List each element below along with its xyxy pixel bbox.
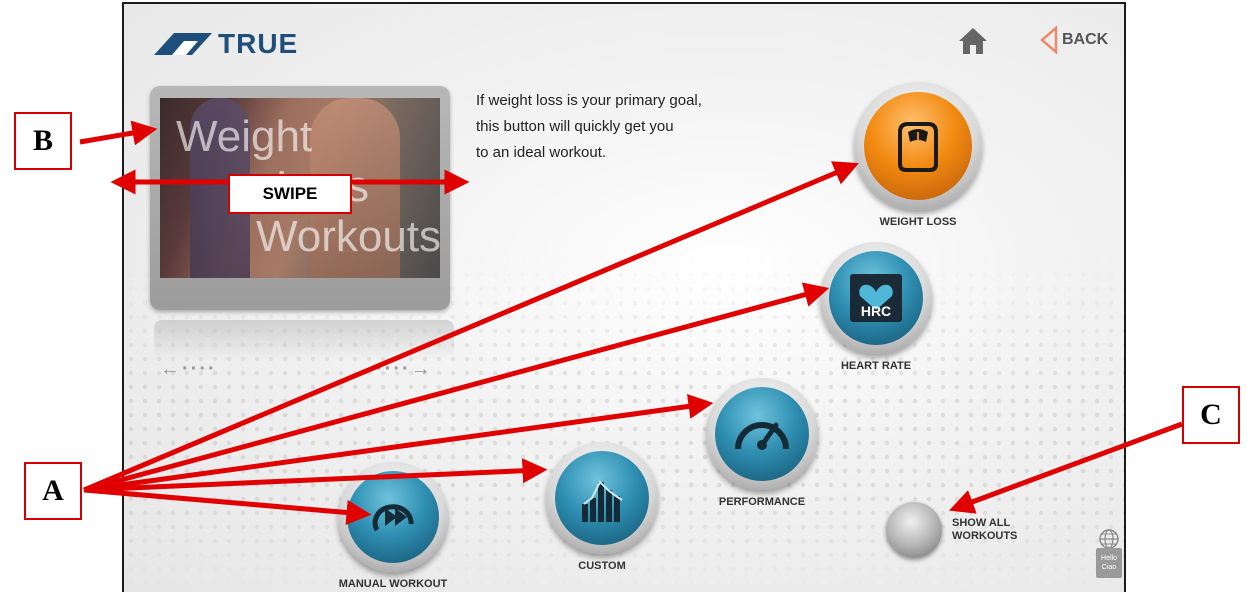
show-all-button[interactable]: [886, 502, 942, 558]
callout-a: A: [24, 462, 82, 520]
custom-label: CUSTOM: [578, 560, 626, 572]
performance-core: [715, 387, 809, 481]
callout-swipe: SWIPE: [228, 174, 352, 214]
manual-workout-button[interactable]: MANUAL WORKOUT: [338, 462, 448, 590]
brand-logo: TRUE: [154, 28, 298, 60]
weight-loss-label: WEIGHT LOSS: [879, 216, 957, 228]
hrc-badge-text: HRC: [861, 303, 891, 319]
treadmill-screen: TRUE BACK Weight Loss Workouts ←····: [122, 2, 1126, 592]
description-line-1: If weight loss is your primary goal,: [476, 92, 702, 109]
heart-rate-label: HEART RATE: [840, 360, 912, 372]
video-title-line-1: Weight: [176, 112, 313, 161]
custom-button[interactable]: CUSTOM: [546, 442, 658, 572]
performance-button[interactable]: PERFORMANCE: [706, 378, 818, 508]
swipe-left-hint[interactable]: ←····: [160, 358, 217, 381]
weight-loss-core: [864, 92, 972, 200]
heart-rate-icon: HRC: [850, 274, 902, 322]
speedometer-icon: [735, 422, 789, 450]
back-label: BACK: [1062, 31, 1109, 48]
callout-b: B: [14, 112, 72, 170]
show-all-label: SHOW ALL WORKOUTS: [952, 517, 1017, 543]
globe-icon: [1099, 529, 1119, 549]
manual-workout-core: [347, 471, 439, 563]
bar-profile-icon: [582, 480, 623, 522]
manual-workout-label: MANUAL WORKOUT: [338, 578, 448, 590]
heart-rate-button[interactable]: HRC HEART RATE: [820, 242, 932, 372]
back-button[interactable]: BACK: [1040, 26, 1108, 54]
description-line-3: to an ideal workout.: [476, 144, 607, 161]
custom-ring: [546, 442, 658, 554]
scale-icon: [898, 122, 938, 172]
language-line-2: Ciao: [1101, 564, 1117, 571]
workout-description: If weight loss is your primary goal, thi…: [476, 88, 796, 166]
show-all-line-1: SHOW ALL: [952, 517, 1011, 529]
performance-label: PERFORMANCE: [718, 496, 806, 508]
show-all-workouts[interactable]: SHOW ALL WORKOUTS: [886, 502, 1017, 558]
performance-ring: [706, 378, 818, 490]
language-line-1: Hello: [1101, 555, 1117, 562]
true-logo-mark-icon: [154, 33, 212, 55]
language-button[interactable]: Hello Ciao: [1094, 528, 1124, 578]
brand-name: TRUE: [218, 28, 299, 59]
custom-core: [555, 451, 649, 545]
video-reflection: [154, 320, 454, 360]
callout-c: C: [1182, 386, 1240, 444]
heart-rate-core: HRC: [829, 251, 923, 345]
heart-rate-ring: HRC: [820, 242, 932, 354]
fast-forward-loop-icon: [372, 504, 414, 532]
swipe-right-hint[interactable]: ····→: [376, 358, 433, 381]
weight-loss-button[interactable]: WEIGHT LOSS: [854, 82, 982, 228]
back-arrow-icon: [1040, 26, 1058, 54]
weight-loss-ring: [854, 82, 982, 210]
description-line-2: this button will quickly get you: [476, 118, 674, 135]
show-all-line-2: WORKOUTS: [952, 530, 1018, 542]
language-badge: Hello Ciao: [1096, 548, 1122, 578]
video-title-line-3: Workouts: [256, 212, 440, 261]
home-icon[interactable]: [958, 26, 988, 56]
manual-workout-ring: [338, 462, 448, 572]
